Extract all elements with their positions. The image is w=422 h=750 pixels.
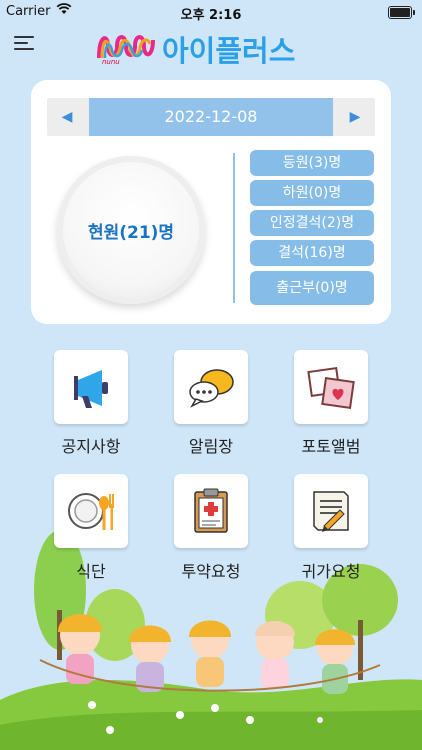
date-navigator: ◀ 2022-12-08 ▶ — [47, 98, 375, 136]
stat-leave[interactable]: 하원(0)명 — [250, 180, 374, 206]
notice-tile[interactable] — [54, 350, 128, 424]
notice-label: 공지사항 — [61, 437, 121, 456]
status-time: 오후 2:16 — [180, 8, 242, 23]
notebook-tile[interactable] — [174, 350, 248, 424]
stat-attend[interactable]: 등원(3)명 — [250, 150, 374, 176]
pickup-request-label: 귀가요청 — [301, 562, 361, 581]
stat-attendance-book[interactable]: 출근부(0)명 — [250, 271, 374, 305]
meal-tile[interactable] — [54, 474, 128, 548]
pickup-request-tile[interactable] — [294, 474, 368, 548]
divider — [233, 153, 235, 303]
next-date-icon[interactable]: ▶ — [335, 98, 375, 136]
speech-bubble-icon — [189, 369, 234, 408]
medicine-clipboard-icon — [194, 488, 228, 533]
photo-album-tile[interactable] — [294, 350, 368, 424]
medicine-request-label: 투약요청 — [181, 562, 241, 581]
hamburger-menu-icon[interactable] — [14, 33, 36, 51]
stat-excused-absence[interactable]: 인정결석(2)명 — [250, 210, 374, 236]
current-count-label: 현원(21)명 — [87, 223, 175, 243]
photo-album-icon — [307, 367, 355, 409]
document-pen-icon — [313, 491, 349, 532]
prev-date-icon[interactable]: ◀ — [47, 98, 87, 136]
stat-absence[interactable]: 결석(16)명 — [250, 240, 374, 266]
status-bar: Carrier 오후 2:16 — [0, 0, 422, 24]
megaphone-icon — [74, 370, 108, 408]
photo-album-label: 포토앨범 — [301, 437, 361, 456]
current-count-circle[interactable]: 현원(21)명 — [57, 156, 205, 304]
medicine-request-tile[interactable] — [174, 474, 248, 548]
logo-small-text: nunu — [102, 58, 120, 66]
meal-label: 식단 — [76, 562, 106, 581]
meal-plate-icon — [68, 493, 114, 530]
battery-icon — [388, 6, 415, 19]
app-title: 아이플러스 — [162, 34, 296, 68]
notebook-label: 알림장 — [188, 437, 234, 456]
date-label[interactable]: 2022-12-08 — [89, 98, 333, 136]
app-logo: nunu 아이플러스 — [96, 26, 336, 68]
